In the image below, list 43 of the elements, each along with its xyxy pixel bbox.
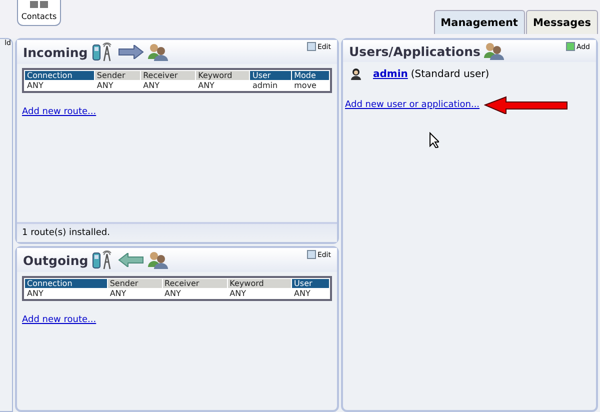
tab[interactable]: Messages [526, 10, 598, 34]
column-header: Receiver [162, 279, 227, 288]
column-header: User [292, 279, 329, 288]
table-cell-text: admin [251, 81, 279, 90]
route-count: 1 route(s) installed. [22, 228, 110, 238]
user-role: (Standard user) [410, 68, 490, 80]
contacts-button[interactable]: Contacts [17, 0, 61, 26]
column-header: Connection [25, 279, 107, 288]
table-cell-text: ANY [26, 289, 44, 298]
table-cell-text: ANY [108, 289, 128, 298]
users-icon [484, 42, 504, 60]
column-header: Sender [94, 71, 140, 80]
column-header: Receiver [141, 71, 196, 80]
table-cell-text: ANY [293, 289, 312, 298]
panel-title: Users/Applications [349, 44, 480, 58]
table-cell-text: move [293, 81, 318, 90]
phone-antenna-icon [92, 250, 114, 270]
user-link[interactable]: admin [373, 68, 408, 80]
users-icon [148, 251, 168, 269]
table-cell-text: ANY [142, 81, 160, 90]
panel-title: Incoming [23, 44, 88, 60]
mouse-cursor-icon [429, 132, 439, 148]
user-icon [351, 68, 361, 80]
panel-title: Outgoing [23, 252, 88, 268]
table-cell-text: ANY [96, 81, 114, 90]
users-icon [148, 43, 168, 61]
column-header: Keyword [196, 71, 250, 80]
table-cell-text: ANY [164, 289, 182, 298]
add-route-link[interactable]: Add new route... [22, 315, 96, 325]
column-header: Connection [25, 71, 94, 80]
tab[interactable]: Management [434, 10, 525, 34]
column-header: Mode [292, 71, 329, 80]
phone-antenna-icon [92, 42, 114, 62]
add-user-link[interactable]: Add new user or application... [345, 100, 480, 110]
table-cell-text: ANY [228, 289, 247, 298]
left-arrow-icon [118, 253, 144, 267]
right-arrow-icon [118, 45, 144, 59]
column-header: Keyword [228, 279, 292, 288]
add-route-link[interactable]: Add new route... [22, 107, 96, 117]
column-header: Sender [108, 279, 162, 288]
table-cell-text: ANY [197, 81, 216, 90]
column-header: User [250, 71, 292, 80]
table-cell-text: ANY [26, 81, 44, 90]
